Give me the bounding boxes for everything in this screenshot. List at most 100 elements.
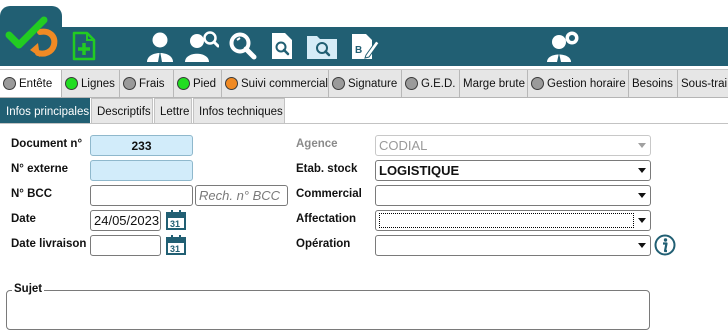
tab-lignes[interactable]: Lignes <box>62 70 120 97</box>
subject-label: Sujet <box>12 283 45 295</box>
tab-lettre[interactable]: Lettre <box>154 98 192 124</box>
date-label: Date <box>11 213 36 225</box>
document-number-value: 233 <box>131 138 152 153</box>
chevron-down-icon <box>637 166 647 176</box>
agency-value: CODIAL <box>379 138 428 153</box>
info-icon <box>654 234 676 256</box>
external-number-label: N° externe <box>11 163 69 175</box>
agency-select[interactable]: CODIAL <box>375 135 651 156</box>
document-edit-icon: B <box>352 34 379 59</box>
tab-marge-brute[interactable]: Marge brute <box>460 70 528 97</box>
new-document-button[interactable] <box>66 28 102 64</box>
status-dot <box>123 77 136 90</box>
new-document-icon <box>72 31 96 61</box>
sub-tab-bar: Infos principales Descriptifs Lettre Inf… <box>0 98 286 124</box>
panel-border <box>0 123 728 124</box>
document-number-field[interactable]: 233 <box>90 135 193 156</box>
stock-label: Etab. stock <box>296 163 358 175</box>
date-field[interactable]: 24/05/2023 <box>90 210 161 231</box>
search-icon <box>229 32 257 60</box>
tab-infos-techniques[interactable]: Infos techniques <box>193 98 285 124</box>
user-settings-button[interactable] <box>545 28 581 64</box>
bcc-label: N° BCC <box>11 188 53 200</box>
tab-signature[interactable]: Signature <box>329 70 402 97</box>
agency-label: Agence <box>296 138 338 150</box>
date-value: 24/05/2023 <box>94 213 160 228</box>
calendar-icon: 31 <box>166 235 186 255</box>
svg-text:B: B <box>355 45 362 56</box>
delivery-calendar-button[interactable]: 31 <box>166 235 186 255</box>
document-search-icon <box>272 33 292 59</box>
chevron-down-icon <box>637 216 647 226</box>
bcc-search-field[interactable]: Rech. n° BCC <box>195 185 288 206</box>
tab-label: Sous-trai <box>681 77 728 90</box>
status-dot <box>3 77 16 90</box>
tab-gestion-horaire[interactable]: Gestion horaire <box>528 70 629 97</box>
stock-value: LOGISTIQUE <box>379 163 460 178</box>
client-button[interactable] <box>144 28 180 64</box>
tab-label: Pied <box>193 77 217 90</box>
subject-field[interactable] <box>6 290 650 330</box>
status-dot <box>405 77 418 90</box>
affectation-label: Affectation <box>296 213 357 225</box>
logo-check-icon <box>5 16 58 57</box>
external-number-field[interactable] <box>90 160 193 181</box>
commercial-label: Commercial <box>296 188 362 200</box>
tab-label: Suivi commercial <box>241 77 328 90</box>
tab-label: Infos principales <box>6 105 90 118</box>
tab-label: Signature <box>348 77 398 90</box>
affectation-value <box>379 213 634 228</box>
status-dot <box>225 77 238 90</box>
document-edit-button[interactable]: B <box>346 28 382 64</box>
tab-descriptifs[interactable]: Descriptifs <box>91 98 153 124</box>
search-button[interactable] <box>225 28 261 64</box>
tab-suivi-commercial[interactable]: Suivi commercial <box>222 70 329 97</box>
document-label: Document n° <box>11 138 83 150</box>
calendar-day: 31 <box>170 219 180 229</box>
operation-info-button[interactable] <box>654 234 676 256</box>
date-calendar-button[interactable]: 31 <box>166 210 186 230</box>
folder-search-icon <box>307 36 337 59</box>
operation-label: Opération <box>296 238 351 250</box>
tab-label: Entête <box>19 77 53 90</box>
user-search-icon <box>185 31 219 62</box>
calendar-day: 31 <box>170 244 180 254</box>
affectation-select[interactable] <box>375 210 651 231</box>
user-icon <box>147 32 173 62</box>
tab-label: Marge brute <box>463 77 526 90</box>
bcc-field[interactable] <box>90 185 193 206</box>
tab-pied[interactable]: Pied <box>174 70 222 97</box>
tab-label: Gestion horaire <box>547 77 626 90</box>
tab-label: Descriptifs <box>97 105 151 118</box>
folder-search-button[interactable] <box>304 28 340 64</box>
delivery-date-field[interactable] <box>90 235 161 256</box>
operation-select[interactable] <box>375 235 651 256</box>
document-search-button[interactable] <box>264 28 300 64</box>
chevron-down-icon <box>637 241 647 251</box>
bcc-search-placeholder: Rech. n° BCC <box>199 188 281 203</box>
tab-label: Besoins <box>632 77 673 90</box>
status-dot <box>332 77 345 90</box>
tab-ged[interactable]: G.E.D. <box>402 70 460 97</box>
commercial-select[interactable] <box>375 185 651 206</box>
status-dot <box>177 77 190 90</box>
chevron-down-icon <box>637 191 647 201</box>
stock-select[interactable]: LOGISTIQUE <box>375 160 651 181</box>
tab-sous-traitance[interactable]: Sous-trai <box>678 70 728 97</box>
tab-label: Lignes <box>81 77 115 90</box>
status-dot <box>65 77 78 90</box>
delivery-date-label: Date livraison <box>11 238 87 250</box>
tab-label: Frais <box>139 77 165 90</box>
tab-label: Infos techniques <box>199 105 283 118</box>
logo-tab[interactable] <box>0 6 62 66</box>
client-search-button[interactable] <box>183 28 219 64</box>
tab-infos-principales[interactable]: Infos principales <box>0 98 90 124</box>
tab-label: G.E.D. <box>421 77 456 90</box>
tab-entete[interactable]: Entête <box>0 70 62 97</box>
toolbar: B <box>0 0 728 66</box>
tab-frais[interactable]: Frais <box>120 70 174 97</box>
chevron-down-icon <box>637 141 647 151</box>
status-dot <box>531 77 544 90</box>
tab-besoins[interactable]: Besoins <box>629 70 678 97</box>
calendar-icon: 31 <box>166 210 186 230</box>
